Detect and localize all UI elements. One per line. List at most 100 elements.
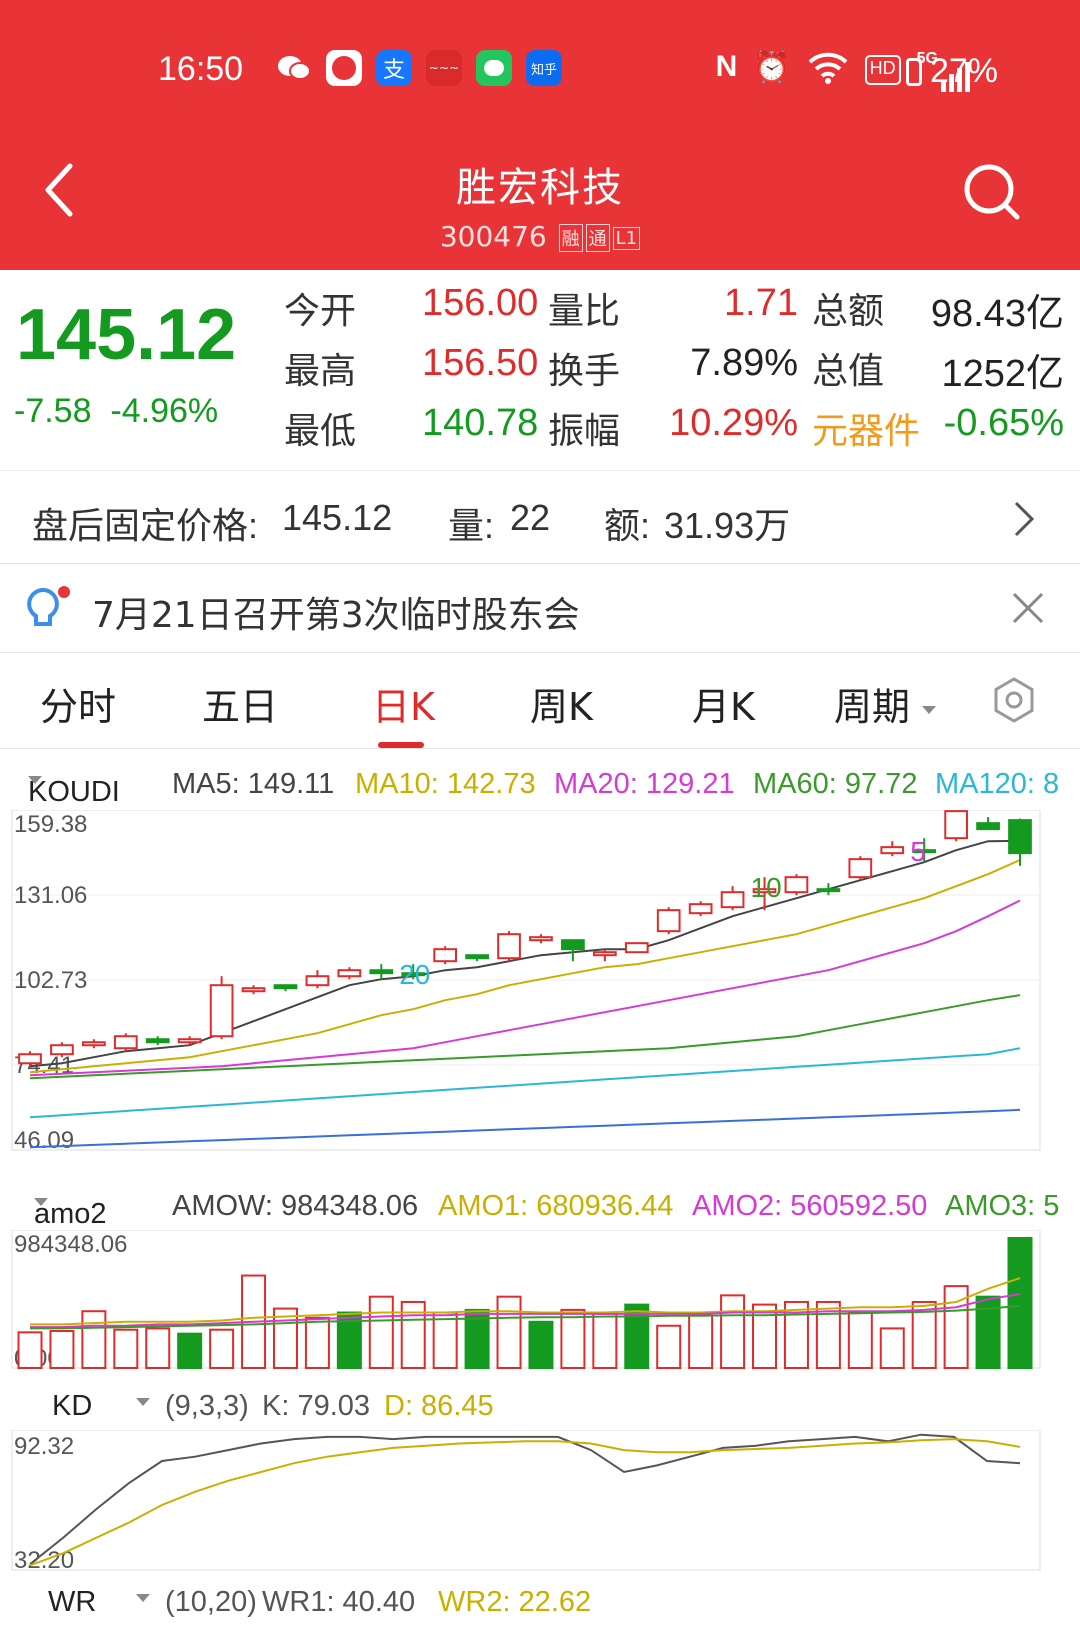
active-tab-indicator (378, 742, 424, 748)
low-label: 最低 (284, 411, 357, 452)
caret-down-icon (136, 1594, 150, 1602)
candle (497, 933, 521, 960)
ma60-label: MA60: 97.72 (753, 768, 918, 800)
messages-icon (476, 50, 512, 86)
wr-legend: WR (10,20) WR1: 40.40 WR2: 22.62 (0, 1578, 1080, 1628)
open-label: 今开 (284, 291, 357, 332)
amount-bar (656, 1324, 682, 1369)
app-icon (326, 50, 362, 86)
vol-ratio-value: 1.71 (724, 282, 798, 324)
amount-bar (145, 1327, 171, 1369)
sector-label[interactable]: 元器件 (812, 402, 920, 454)
wifi-icon (807, 50, 849, 92)
y-tick-label: 131.06 (14, 882, 87, 909)
caret-down-icon (922, 705, 937, 714)
candle (113, 1035, 138, 1050)
settings-hex-icon[interactable] (990, 676, 1038, 724)
price-change: -7.58 -4.96% (14, 392, 219, 430)
candle (18, 1053, 42, 1065)
candle (465, 954, 489, 960)
candle (816, 888, 841, 893)
amount-bar (720, 1294, 746, 1369)
app-icon: ~~~ (426, 50, 462, 86)
amount-bar (1007, 1237, 1033, 1369)
ma20-label: MA20: 129.21 (554, 768, 735, 800)
high-label: 最高 (284, 351, 357, 392)
caret-down-icon (136, 1398, 150, 1406)
close-icon[interactable] (1010, 590, 1046, 626)
mktcap-value: 1252亿 (941, 353, 1064, 395)
connect-tag: 通 (585, 224, 610, 252)
amount-bar (113, 1328, 139, 1369)
tab-monthly-k[interactable]: 月K (692, 676, 755, 731)
ma120-label: MA120: 8 (935, 768, 1060, 800)
amount-bar (17, 1331, 43, 1369)
after-hours-amt-label: 额: (604, 505, 651, 546)
tab-weekly-k[interactable]: 周K (530, 676, 593, 731)
amount-bar (592, 1312, 618, 1369)
search-icon[interactable] (962, 162, 1022, 222)
candle (50, 1044, 74, 1056)
ma-cross-marker: 5 (910, 836, 926, 867)
amount-bar (847, 1311, 873, 1369)
after-hours-amt: 31.93万 (664, 505, 791, 546)
vol-ratio-label: 量比 (548, 291, 621, 332)
wr-params: (10,20) (165, 1586, 257, 1618)
after-hours-bar[interactable]: 盘后固定价格: 145.12 量: 22 额: 31.93万 (0, 470, 1080, 564)
candle (720, 891, 745, 909)
kd-k-label: K: 79.03 (262, 1390, 371, 1422)
amount-value: 98.43亿 (930, 293, 1064, 335)
stock-code: 300476 (439, 220, 547, 253)
candle (177, 1038, 202, 1044)
kd-indicator-name[interactable]: KD (52, 1390, 92, 1423)
ma-cross-marker: 10 (751, 872, 782, 903)
amount-bar (879, 1327, 905, 1369)
hd-icon: HD (864, 55, 901, 85)
ma10-label: MA10: 142.73 (355, 768, 536, 800)
amount-bar (304, 1316, 330, 1369)
caret-down-icon (28, 776, 42, 784)
main-legend: KOUDI MA5: 149.11 MA10: 142.73 MA20: 129… (28, 768, 1060, 808)
candlestick-chart[interactable]: 159.38131.06102.7374.4146.0920105 (0, 810, 1080, 1180)
amplitude-value: 10.29% (669, 402, 798, 444)
notice-bar[interactable]: 7月21日召开第3次临时股东会 (0, 566, 1080, 653)
kd-legend: KD (9,3,3) K: 79.03 D: 86.45 (0, 1382, 1080, 1432)
top-header: 16:50 支 ~~~ 知乎 N ⏰ HD 5G 27% 胜宏科技 300476… (0, 0, 1080, 270)
tab-five-day[interactable]: 五日 (202, 676, 278, 731)
ma-cross-marker: 20 (399, 959, 430, 990)
amount-bar (209, 1328, 235, 1369)
candle (848, 858, 873, 879)
kd-params: (9,3,3) (165, 1390, 249, 1422)
tab-period[interactable]: 周期 (834, 676, 937, 731)
candle (529, 936, 553, 942)
candle (944, 810, 968, 840)
after-hours-price: 145.12 (282, 497, 393, 538)
tab-daily-k[interactable]: 日K (372, 676, 435, 731)
tab-intraday[interactable]: 分时 (40, 676, 116, 731)
amount-bar (432, 1311, 458, 1369)
candle (209, 984, 234, 1038)
battery-level: 27% (905, 52, 998, 91)
ma5-label: MA5: 149.11 (172, 768, 335, 800)
amount-bar-chart[interactable]: 984348.060.00 (0, 1230, 1080, 1380)
candle (82, 1041, 106, 1047)
candle (784, 876, 809, 894)
wr-indicator-name[interactable]: WR (48, 1586, 96, 1619)
kd-line-chart[interactable]: 92.3232.20 (0, 1430, 1080, 1580)
level-tag: L1 (612, 226, 641, 250)
candle (688, 903, 713, 915)
amo3-label: AMO3: 5 (945, 1190, 1060, 1222)
candle (273, 984, 298, 990)
candle (592, 951, 617, 957)
candle (976, 822, 1000, 831)
alarm-icon: ⏰ (753, 51, 791, 84)
stock-name: 胜宏科技 (456, 165, 624, 211)
chevron-right-icon[interactable] (1012, 499, 1036, 539)
y-tick-label: 102.73 (14, 967, 87, 994)
amount-bar (528, 1320, 554, 1369)
alipay-icon: 支 (376, 50, 412, 86)
sector-change[interactable]: -0.65% (944, 402, 1064, 445)
amount-bar (368, 1295, 394, 1369)
y-tick-label: 159.38 (14, 811, 87, 838)
series-line-ma60 (29, 994, 1021, 1080)
